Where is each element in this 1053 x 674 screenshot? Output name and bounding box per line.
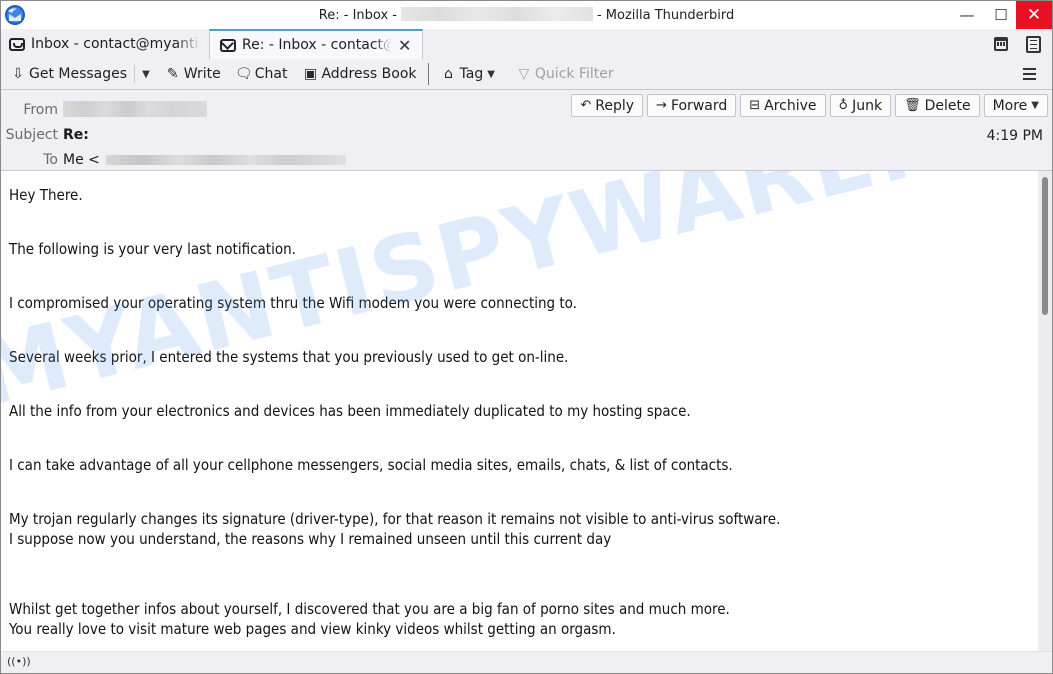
- body-line: I compromised your operating system thru…: [9, 294, 577, 312]
- thunderbird-window: Re: - Inbox -- Mozilla Thunderbird — ☐ ✕…: [0, 0, 1053, 674]
- tab-bar: Inbox - contact@myantispyware.com Re: - …: [1, 29, 1052, 59]
- subject-value: Re:: [63, 127, 89, 143]
- divider: [134, 65, 136, 83]
- tag-icon: ⌂: [444, 66, 453, 82]
- tab-inbox[interactable]: Inbox - contact@myantispyware.com: [9, 29, 207, 59]
- redacted-address: [400, 7, 593, 21]
- reply-icon: ↶: [580, 98, 592, 113]
- body-line: I can take advantage of all your cellpho…: [9, 456, 733, 474]
- write-button[interactable]: ✎ Write: [160, 61, 225, 87]
- hamburger-line: [1022, 73, 1036, 75]
- calendar-icon: [994, 37, 1008, 51]
- archive-button[interactable]: ⊟ Archive: [740, 94, 826, 117]
- app-menu-button[interactable]: [1018, 63, 1040, 85]
- divider: [427, 63, 429, 85]
- message-body[interactable]: Hey There. The following is your very la…: [1, 171, 1038, 651]
- close-window-button[interactable]: ✕: [1016, 1, 1052, 29]
- maximize-button[interactable]: ☐: [984, 1, 1018, 29]
- get-messages-button[interactable]: ⇩ Get Messages: [5, 61, 131, 87]
- body-line: Several weeks prior, I entered the syste…: [9, 348, 569, 366]
- close-tab-icon[interactable]: ✕: [398, 36, 411, 55]
- hamburger-line: [1022, 78, 1036, 80]
- redacted-address: [105, 155, 346, 165]
- vertical-scrollbar[interactable]: [1038, 171, 1052, 651]
- get-messages-dropdown[interactable]: ▼: [138, 61, 154, 87]
- message-header: From Subject Re: To Me < ↶ Reply → Forwa…: [1, 90, 1052, 171]
- to-value[interactable]: Me <: [63, 152, 346, 168]
- more-button[interactable]: More ▼: [983, 94, 1048, 117]
- tasks-icon: [1025, 35, 1041, 53]
- main-toolbar: ⇩ Get Messages ▼ ✎ Write 🗨 Chat ▣ Addres…: [1, 59, 1052, 90]
- body-line: You really love to visit mature web page…: [9, 619, 616, 638]
- hamburger-line: [1022, 68, 1036, 70]
- chevron-down-icon: ▼: [142, 68, 150, 80]
- archive-icon: ⊟: [749, 98, 761, 113]
- download-message-icon: ⇩: [12, 66, 24, 82]
- title-bar: Re: - Inbox -- Mozilla Thunderbird — ☐ ✕: [1, 1, 1052, 29]
- delete-button[interactable]: 🗑 Delete: [895, 94, 980, 117]
- junk-button[interactable]: ♁ Junk: [829, 94, 892, 117]
- body-line: Hey There.: [9, 186, 83, 204]
- online-status-icon[interactable]: ((•)): [7, 655, 31, 668]
- message-time: 4:19 PM: [986, 128, 1043, 144]
- status-bar: ((•)): [1, 651, 1052, 673]
- envelope-icon: [220, 38, 236, 52]
- tasks-button[interactable]: [1022, 33, 1044, 55]
- chat-bubble-icon: 🗨: [234, 66, 253, 82]
- chat-button[interactable]: 🗨 Chat: [231, 61, 292, 87]
- reply-button[interactable]: ↶ Reply: [571, 94, 644, 117]
- minimize-button[interactable]: —: [950, 1, 984, 29]
- tab-message[interactable]: Re: - Inbox - contact@myantispyware.com …: [209, 29, 423, 59]
- body-line: The following is your very last notifica…: [9, 240, 296, 258]
- inbox-icon: [9, 37, 25, 51]
- trash-icon: 🗑: [904, 98, 921, 113]
- body-line: I suppose now you understand, the reason…: [9, 529, 612, 548]
- scrollbar-thumb[interactable]: [1042, 177, 1048, 315]
- calendar-button[interactable]: [990, 33, 1012, 55]
- junk-flame-icon: ♁: [838, 98, 849, 113]
- window-title: Re: - Inbox -- Mozilla Thunderbird: [318, 7, 735, 23]
- subject-label: Subject: [5, 127, 58, 143]
- forward-icon: →: [656, 98, 667, 113]
- quick-filter-button[interactable]: ▽ Quick Filter: [511, 61, 618, 87]
- tag-button[interactable]: ⌂ Tag ▼: [436, 61, 499, 87]
- filter-icon: ▽: [518, 66, 530, 82]
- pencil-icon: ✎: [166, 66, 179, 82]
- to-label: To: [43, 152, 58, 168]
- chevron-down-icon: ▼: [487, 68, 495, 80]
- from-value-redacted[interactable]: [63, 101, 207, 117]
- chevron-down-icon: ▼: [1031, 100, 1039, 111]
- message-actions: ↶ Reply → Forward ⊟ Archive ♁ Junk 🗑 Del…: [571, 94, 1048, 117]
- address-book-icon: ▣: [303, 66, 318, 82]
- address-book-button[interactable]: ▣ Address Book: [297, 61, 420, 87]
- body-line: All the info from your electronics and d…: [9, 402, 691, 420]
- forward-button[interactable]: → Forward: [647, 94, 737, 117]
- body-line: Whilst get together infos about yourself…: [9, 600, 730, 618]
- message-text: Hey There. The following is your very la…: [9, 186, 780, 639]
- body-line: My trojan regularly changes its signatur…: [9, 510, 781, 528]
- from-label: From: [23, 102, 58, 118]
